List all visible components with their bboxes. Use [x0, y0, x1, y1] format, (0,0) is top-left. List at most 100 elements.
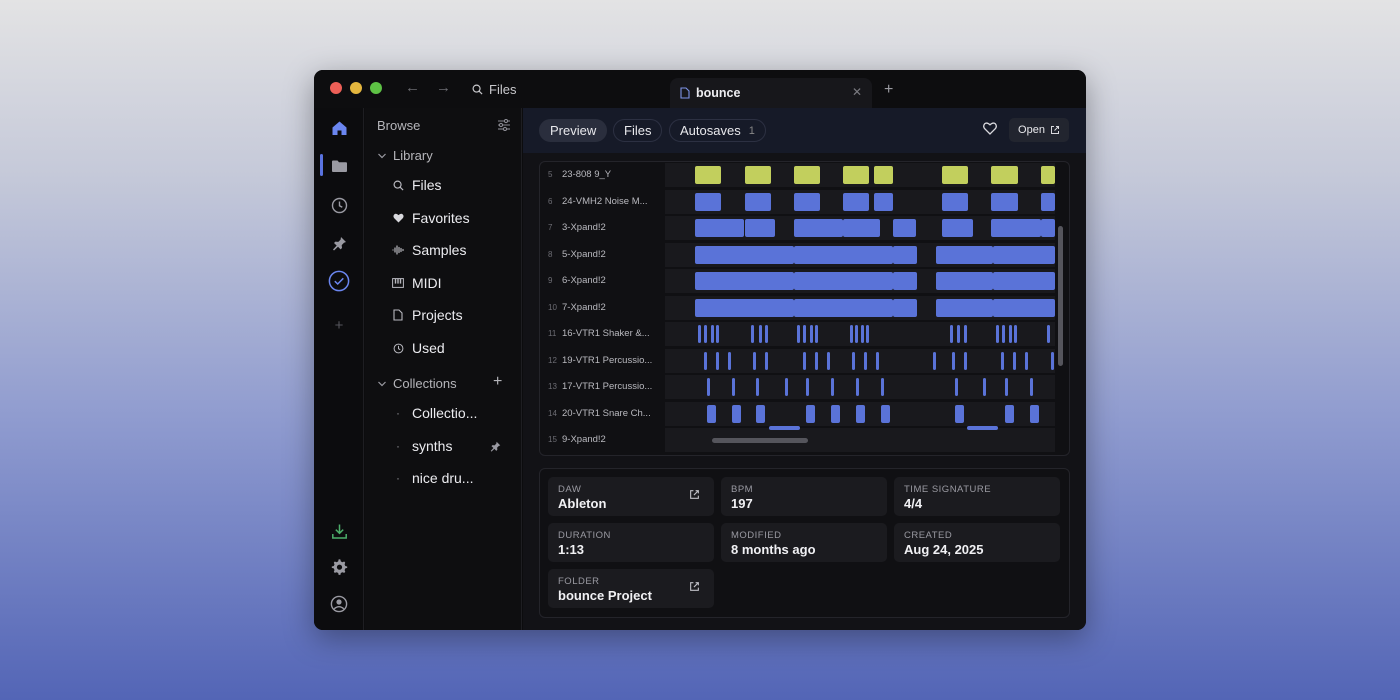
home-icon[interactable] [328, 117, 350, 139]
audio-clip[interactable] [936, 272, 993, 290]
sidebar-item-samples[interactable]: Samples [392, 242, 466, 258]
audio-clip[interactable] [794, 245, 893, 264]
audio-clip[interactable] [745, 166, 771, 184]
audio-clip[interactable] [893, 245, 917, 264]
track-row[interactable]: 14 20-VTR1 Snare Ch... [540, 401, 1069, 427]
audio-clip[interactable] [745, 219, 775, 237]
sidebar-item-used[interactable]: Used [392, 340, 445, 356]
audio-clip[interactable] [732, 404, 741, 423]
history-clock-icon[interactable] [328, 194, 350, 216]
audio-clip[interactable] [695, 219, 744, 237]
track-lane[interactable] [665, 375, 1055, 399]
audio-clip[interactable] [704, 351, 707, 370]
audio-clip[interactable] [955, 378, 958, 396]
user-profile-icon[interactable] [328, 593, 350, 615]
audio-clip[interactable] [695, 245, 794, 264]
audio-clip[interactable] [1005, 404, 1014, 423]
audio-clip[interactable] [794, 298, 893, 317]
audio-clip[interactable] [993, 245, 1055, 264]
audio-clip[interactable] [942, 166, 968, 184]
audio-clip[interactable] [950, 325, 953, 343]
tab-autosaves[interactable]: Autosaves 1 [669, 119, 766, 142]
track-lane[interactable] [665, 216, 1055, 240]
audio-clip[interactable] [855, 325, 858, 343]
audio-clip[interactable] [707, 378, 710, 396]
audio-clip[interactable] [1013, 351, 1016, 370]
filter-sliders-icon[interactable] [497, 119, 511, 131]
audio-clip[interactable] [716, 351, 719, 370]
audio-clip[interactable] [803, 325, 806, 343]
audio-clip[interactable] [1009, 325, 1012, 343]
check-circle-icon[interactable] [328, 270, 350, 292]
audio-clip[interactable] [732, 378, 735, 396]
audio-clip[interactable] [1047, 325, 1050, 343]
audio-clip[interactable] [728, 351, 731, 370]
maximize-window-button[interactable] [370, 82, 382, 94]
audio-clip[interactable] [1030, 378, 1033, 396]
audio-clip[interactable] [864, 351, 867, 370]
horizontal-scrollbar[interactable] [712, 438, 808, 443]
audio-clip[interactable] [751, 325, 754, 343]
audio-clip[interactable] [756, 378, 759, 396]
audio-clip[interactable] [993, 298, 1055, 317]
audio-clip[interactable] [765, 325, 768, 343]
sidebar-item-files[interactable]: Files [392, 177, 442, 193]
track-lane[interactable] [665, 322, 1055, 346]
audio-clip[interactable] [785, 378, 788, 396]
favorite-heart-icon[interactable] [983, 122, 997, 135]
vertical-scrollbar[interactable] [1058, 226, 1063, 366]
audio-clip[interactable] [797, 325, 800, 343]
track-row[interactable]: 10 7-Xpand!2 [540, 295, 1069, 321]
new-tab-icon[interactable]: + [884, 81, 893, 99]
audio-clip[interactable] [881, 404, 890, 423]
external-link-icon[interactable] [689, 489, 700, 500]
track-row[interactable]: 11 16-VTR1 Shaker &... [540, 321, 1069, 347]
track-lane[interactable] [665, 189, 1055, 214]
audio-clip[interactable] [881, 378, 884, 396]
audio-clip[interactable] [759, 325, 762, 343]
pin-icon[interactable] [328, 232, 350, 254]
audio-clip[interactable] [893, 219, 916, 237]
audio-clip[interactable] [698, 325, 701, 343]
audio-clip[interactable] [794, 192, 820, 211]
audio-clip[interactable] [843, 192, 869, 211]
audio-clip[interactable] [964, 351, 967, 370]
audio-clip[interactable] [991, 219, 1041, 237]
audio-clip[interactable] [711, 325, 714, 343]
track-row[interactable]: 9 6-Xpand!2 [540, 268, 1069, 294]
track-lane[interactable] [665, 348, 1055, 373]
audio-clip[interactable] [936, 245, 993, 264]
sidebar-collection-synths[interactable]: · synths [392, 438, 452, 454]
audio-clip[interactable] [1041, 219, 1055, 237]
audio-clip[interactable] [1051, 351, 1054, 370]
audio-clip[interactable] [815, 351, 818, 370]
audio-clip[interactable] [831, 404, 840, 423]
audio-clip[interactable] [695, 298, 794, 317]
audio-clip[interactable] [936, 298, 993, 317]
close-window-button[interactable] [330, 82, 342, 94]
audio-clip[interactable] [695, 272, 794, 290]
audio-clip[interactable] [1014, 325, 1017, 343]
audio-clip[interactable] [996, 325, 999, 343]
track-lane[interactable] [665, 401, 1055, 426]
forward-arrow-icon[interactable]: → [436, 79, 451, 96]
track-lane[interactable] [665, 269, 1055, 293]
audio-clip[interactable] [957, 325, 960, 343]
audio-clip[interactable] [942, 192, 968, 211]
add-collection-icon[interactable]: + [493, 373, 502, 391]
external-link-icon[interactable] [689, 581, 700, 592]
audio-clip[interactable] [850, 325, 853, 343]
audio-clip[interactable] [933, 351, 936, 370]
download-icon[interactable] [328, 520, 350, 542]
audio-clip[interactable] [967, 426, 998, 430]
audio-clip[interactable] [942, 219, 973, 237]
back-arrow-icon[interactable]: ← [405, 79, 420, 96]
track-row[interactable]: 7 3-Xpand!2 [540, 215, 1069, 241]
audio-clip[interactable] [952, 351, 955, 370]
track-row[interactable]: 5 23-808 9_Y [540, 162, 1069, 188]
audio-clip[interactable] [983, 378, 986, 396]
audio-clip[interactable] [704, 325, 707, 343]
audio-clip[interactable] [831, 378, 834, 396]
audio-clip[interactable] [964, 325, 967, 343]
tab-bounce[interactable]: bounce ✕ [670, 78, 872, 108]
